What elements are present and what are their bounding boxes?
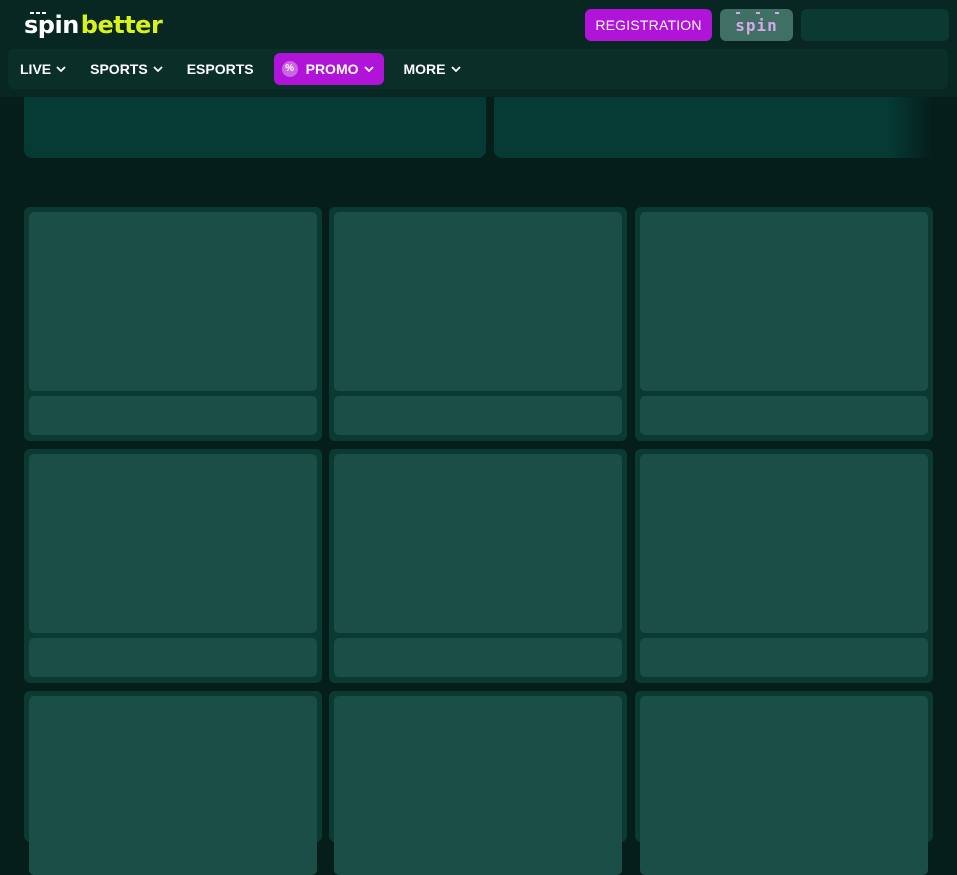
spinbetter-logo[interactable]: spin better bbox=[24, 10, 163, 40]
game-card[interactable] bbox=[329, 691, 627, 875]
nav-item-label: SPORTS bbox=[90, 61, 148, 77]
game-card[interactable] bbox=[329, 207, 627, 441]
spin-badge-label: spin bbox=[735, 11, 779, 35]
chevron-down-icon bbox=[450, 66, 461, 73]
game-title-placeholder bbox=[334, 638, 622, 677]
promo-banner-right[interactable] bbox=[494, 97, 932, 158]
nav-item-label: MORE bbox=[403, 61, 446, 77]
game-card[interactable] bbox=[24, 449, 322, 683]
login-button-placeholder[interactable] bbox=[801, 9, 949, 41]
game-card[interactable] bbox=[329, 449, 627, 683]
header: spin better REGISTRATION spin LIVE SPORT… bbox=[0, 0, 957, 97]
nav-item-more[interactable]: MORE bbox=[392, 53, 473, 85]
game-card[interactable] bbox=[635, 207, 933, 441]
game-thumbnail-placeholder bbox=[29, 454, 317, 633]
nav-item-esports[interactable]: ESPORTS bbox=[175, 53, 266, 85]
nav-item-label: LIVE bbox=[20, 61, 52, 77]
game-thumbnail-placeholder bbox=[29, 212, 317, 391]
game-title-placeholder bbox=[640, 396, 928, 435]
nav-item-label: PROMO bbox=[305, 61, 359, 77]
game-thumbnail-placeholder bbox=[334, 696, 622, 875]
nav-item-live[interactable]: LIVE bbox=[8, 53, 78, 85]
nav-item-label: ESPORTS bbox=[186, 61, 254, 77]
game-card[interactable] bbox=[635, 691, 933, 875]
game-title-placeholder bbox=[334, 396, 622, 435]
game-title-placeholder bbox=[29, 638, 317, 677]
game-thumbnail-placeholder bbox=[640, 454, 928, 633]
game-thumbnail-placeholder bbox=[334, 212, 622, 391]
main-nav: LIVE SPORTS ESPORTS % PROMO MORE bbox=[8, 49, 948, 89]
game-thumbnail-placeholder bbox=[640, 696, 928, 875]
chevron-down-icon bbox=[56, 66, 66, 73]
promo-banner-left[interactable] bbox=[24, 97, 486, 158]
chevron-down-icon bbox=[363, 66, 374, 73]
game-thumbnail-placeholder bbox=[640, 212, 928, 391]
spin-badge-button[interactable]: spin bbox=[720, 9, 793, 41]
game-card[interactable] bbox=[24, 691, 322, 875]
percent-icon: % bbox=[281, 61, 298, 77]
game-title-placeholder bbox=[640, 638, 928, 677]
registration-button[interactable]: REGISTRATION bbox=[585, 9, 712, 41]
logo-spin-text: spin bbox=[24, 11, 79, 39]
game-card[interactable] bbox=[24, 207, 322, 441]
game-thumbnail-placeholder bbox=[334, 454, 622, 633]
spin-badge-text: spin bbox=[735, 15, 778, 35]
game-thumbnail-placeholder bbox=[29, 696, 317, 875]
chevron-down-icon bbox=[153, 66, 163, 73]
game-card[interactable] bbox=[635, 449, 933, 683]
game-title-placeholder bbox=[29, 396, 317, 435]
logo-dots bbox=[30, 12, 50, 15]
nav-item-promo[interactable]: % PROMO bbox=[273, 53, 384, 85]
nav-item-sports[interactable]: SPORTS bbox=[78, 53, 175, 85]
logo-better-text: better bbox=[80, 11, 163, 39]
